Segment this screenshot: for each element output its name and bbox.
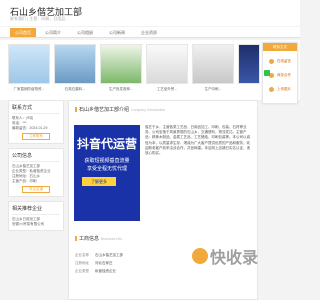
promo-line-2: 享受全程无忧代理: [86, 166, 127, 172]
biz-key: 企业类型: [75, 269, 89, 273]
leave-message-label: 在线留言: [277, 59, 291, 63]
nav-qualification[interactable]: 企业资质: [136, 28, 162, 37]
company-box: 公司信息 石山乡偕艺加工部 企业类型：私营独资企业 注册地址：石山乡 主营产品：…: [8, 148, 64, 197]
biz-value: 私营独资企业: [95, 269, 116, 273]
nav-home[interactable]: 公司首页: [10, 28, 36, 37]
product-thumb-4[interactable]: [146, 44, 188, 84]
product-caption-1[interactable]: 厂家直销防疫物资...: [8, 87, 50, 92]
watermark-logo-icon: [192, 248, 208, 264]
cooperate-label: 商务合作: [277, 73, 291, 77]
upload-button[interactable]: 上传图片: [267, 85, 297, 94]
product-caption-3[interactable]: 生产批发各种...: [100, 87, 142, 92]
product-caption-2[interactable]: 石英石磨料...: [54, 87, 96, 92]
contact-box: 联系方式 联系人：卢晓 电话：*** 最新留言：2024-01-29 立即联系: [8, 100, 64, 144]
section-bar: [75, 107, 77, 113]
last-message-date: 最新留言：2024-01-29: [12, 126, 48, 130]
biz-row: 企业类型 私营独资企业: [75, 267, 225, 275]
product-thumb-6[interactable]: [238, 44, 260, 84]
intro-section-title: 石山乡偕艺加工部介绍 Company Introduction: [75, 106, 165, 113]
biz-title: 工商信息: [79, 236, 100, 242]
product-banner-row: 厂家直销防疫物资... 石英石磨料... 生产批发各种... 工艺品外贸... …: [0, 40, 300, 100]
intro-title-en: Company Introduction: [131, 108, 166, 112]
promo-line-1: 获取短视频垂直流量: [84, 158, 130, 164]
site-header: 石山乡偕艺加工部 联系我们 | 主营：印刷，日用品...: [0, 0, 300, 26]
cooperate-button[interactable]: 商务合作: [267, 71, 297, 80]
company-products: 主营产品：印刷: [12, 179, 37, 183]
biz-key: 企业名称: [75, 253, 89, 257]
page: 石山乡偕艺加工部 联系我们 | 主营：印刷，日用品... 公司首页 公司简介 公…: [0, 0, 300, 300]
contact-now-button[interactable]: 立即联系: [22, 133, 50, 140]
nav-about[interactable]: 公司简介: [40, 28, 66, 37]
promo-headline: 抖音代运营: [76, 137, 137, 151]
follow-store-button[interactable]: 关注店铺: [22, 186, 50, 193]
left-sidebar: 联系方式 联系人：卢晓 电话：*** 最新留言：2024-01-29 立即联系 …: [8, 100, 64, 235]
product-thumb-1[interactable]: [8, 44, 50, 84]
leave-message-button[interactable]: 在线留言: [267, 57, 297, 66]
biz-title-en: Business Info: [101, 237, 123, 241]
contact-title: 联系方式: [12, 104, 60, 114]
related-item-2[interactable]: 安徽××贸易有限公司: [12, 222, 60, 227]
promo-learn-more-button[interactable]: 了解更多: [82, 177, 116, 186]
nav-album[interactable]: 公司相册: [72, 28, 98, 37]
product-thumb-3[interactable]: [100, 44, 142, 84]
wechat-icon[interactable]: [264, 70, 270, 76]
watermark: 快收录: [192, 244, 270, 270]
related-title: 相关推荐企业: [12, 205, 60, 215]
upload-label: 上传图片: [277, 87, 291, 91]
product-caption-4[interactable]: 工艺品外贸...: [146, 87, 188, 92]
intro-text: 偕艺于乡，主营各类工艺品、日用品加工、印刷、包装、石材等业务。公司坐落于风景秀丽…: [145, 125, 250, 156]
section-bar: [75, 236, 77, 242]
site-subtitle: 联系我们 | 主营：印刷，日用品...: [10, 16, 69, 21]
promo-banner[interactable]: 抖音代运营 获取短视频垂直流量 享受全程无忧代理 了解更多: [74, 125, 140, 221]
related-box: 相关推荐企业 石山乡日用加工部 安徽××贸易有限公司: [8, 201, 64, 231]
nav-news[interactable]: 公司新闻: [104, 28, 130, 37]
product-thumb-5[interactable]: [192, 44, 234, 84]
intro-title: 石山乡偕艺加工部介绍: [79, 107, 130, 113]
message-icon: [269, 59, 274, 64]
biz-value: 石山乡偕艺加工部: [95, 253, 123, 257]
watermark-text: 快收录: [210, 250, 259, 267]
product-caption-5[interactable]: 生产印刷...: [192, 87, 234, 92]
biz-section-title: 工商信息 Business Info: [75, 235, 122, 242]
product-thumb-2[interactable]: [54, 44, 96, 84]
company-title: 公司信息: [12, 152, 60, 162]
biz-key: 注册地址: [75, 261, 89, 265]
contact-popup-header: 联系方式: [263, 43, 297, 51]
biz-value: 河北石家庄: [95, 261, 113, 265]
main-nav: 公司首页 公司简介 公司相册 公司新闻 企业资质: [0, 27, 300, 38]
main-content: 石山乡偕艺加工部介绍 Company Introduction 抖音代运营 获取短…: [68, 100, 258, 300]
upload-icon: [269, 87, 274, 92]
